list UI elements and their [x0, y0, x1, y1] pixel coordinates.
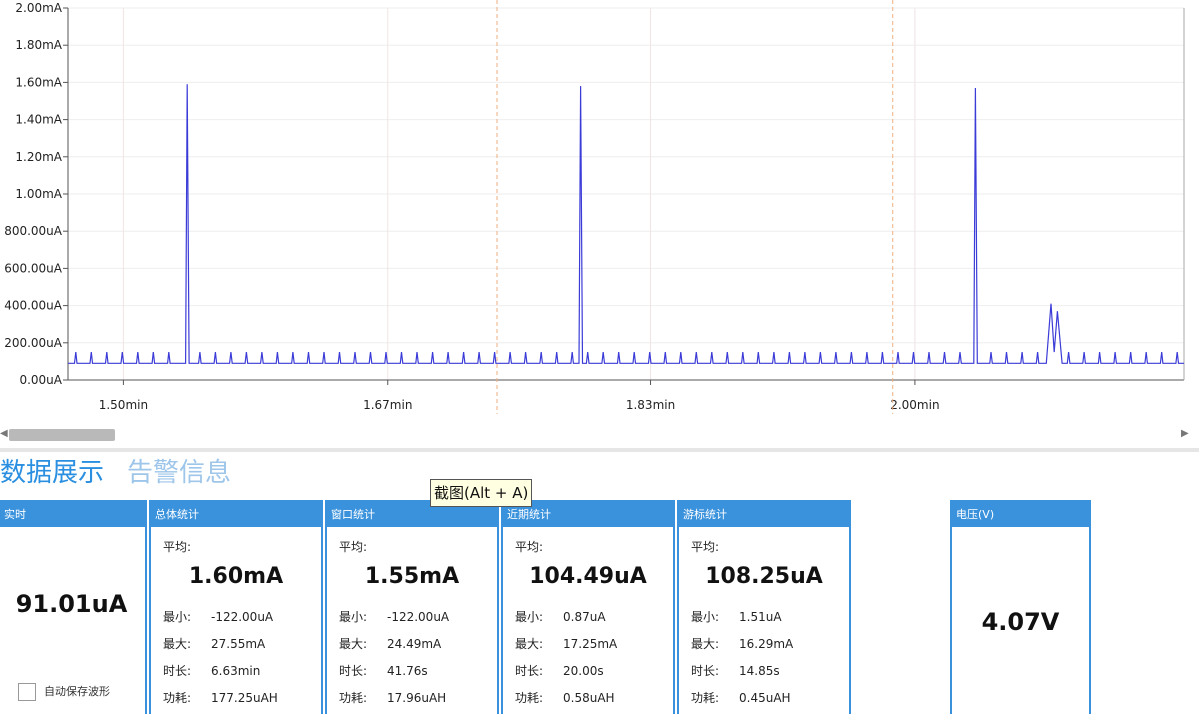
stat-label: 时长:: [515, 664, 544, 678]
stat-label: 功耗:: [339, 691, 368, 705]
y-tick-label: 1.60mA: [15, 75, 62, 89]
stat-value: 0.58uAH: [563, 691, 615, 705]
cursor-stats-panel: 游标统计 平均: 108.25uA 最小: 1.51uA 最大: 16.29mA 时…: [677, 500, 851, 714]
stat-duration: 时长: 6.63min: [163, 662, 260, 679]
stat-energy: 功耗: 0.45uAH: [691, 689, 791, 706]
y-tick-label: 2.00mA: [15, 1, 62, 15]
avg-value: 104.49uA: [529, 564, 647, 589]
x-tick-label: 1.50min: [99, 398, 148, 412]
stat-duration: 时长: 20.00s: [515, 662, 604, 679]
stat-value: -122.00uA: [387, 610, 450, 624]
y-tick-label: 800.00uA: [4, 224, 63, 238]
screenshot-tooltip: 截图(Alt + A): [430, 479, 533, 507]
stat-label: 最大:: [339, 637, 368, 651]
y-tick-label: 1.00mA: [15, 187, 62, 201]
waveform-chart[interactable]: 0.00uA 200.00uA 400.00uA 600.00uA 800.00uA 1.…: [0, 0, 1199, 420]
tab-data-display[interactable]: 数据展示: [0, 455, 104, 491]
stat-min: 最小: 1.51uA: [691, 608, 782, 625]
realtime-panel: 实时 91.01uA 自动保存波形: [0, 500, 147, 714]
stat-label: 最大:: [515, 637, 544, 651]
x-tick-label: 2.00min: [890, 398, 939, 412]
panel-title: 游标统计: [679, 502, 849, 527]
auto-save-checkbox[interactable]: [18, 683, 36, 701]
current-series-line: [68, 84, 1184, 364]
stat-value: 177.25uAH: [211, 691, 278, 705]
horizontal-scrollbar[interactable]: ◀ ▶: [0, 426, 1199, 444]
avg-label: 平均:: [163, 540, 192, 554]
avg-label: 平均:: [515, 540, 544, 554]
stat-value: 14.85s: [739, 664, 780, 678]
window-stats-panel: 窗口统计 平均: 1.55mA 最小: -122.00uA 最大: 24.49mA …: [325, 500, 499, 714]
stat-value: 6.63min: [211, 664, 261, 678]
y-tick-label: 1.80mA: [15, 38, 62, 52]
stat-value: 24.49mA: [387, 637, 442, 651]
stat-energy: 功耗: 0.58uAH: [515, 689, 615, 706]
stat-value: 17.96uAH: [387, 691, 447, 705]
stat-label: 最大:: [163, 637, 192, 651]
stat-duration: 时长: 14.85s: [691, 662, 780, 679]
stat-label: 功耗:: [691, 691, 720, 705]
stat-label: 时长:: [163, 664, 192, 678]
stat-value: 0.87uA: [563, 610, 606, 624]
stat-value: 0.45uAH: [739, 691, 791, 705]
stat-min: 最小: 0.87uA: [515, 608, 606, 625]
panel-title: 总体统计: [151, 502, 321, 527]
stat-energy: 功耗: 17.96uAH: [339, 689, 446, 706]
stat-label: 最小:: [163, 610, 192, 624]
stat-label: 功耗:: [515, 691, 544, 705]
stat-label: 时长:: [691, 664, 720, 678]
stat-value: 17.25mA: [563, 637, 618, 651]
stat-max: 最大: 24.49mA: [339, 635, 441, 652]
y-tick-label: 400.00uA: [4, 299, 63, 313]
stat-max: 最大: 16.29mA: [691, 635, 793, 652]
x-tick-label: 1.83min: [626, 398, 675, 412]
tab-alert-info[interactable]: 告警信息: [127, 455, 231, 491]
section-divider: [0, 448, 1199, 452]
waveform-chart-svg[interactable]: 0.00uA 200.00uA 400.00uA 600.00uA 800.00uA 1.…: [0, 0, 1199, 420]
stat-max: 最大: 27.55mA: [163, 635, 265, 652]
stat-value: 41.76s: [387, 664, 428, 678]
scroll-left-arrow-icon[interactable]: ◀: [0, 428, 8, 439]
x-tick-label: 1.67min: [363, 398, 412, 412]
y-tick-label: 600.00uA: [4, 261, 63, 275]
stat-label: 最大:: [691, 637, 720, 651]
scrollbar-thumb[interactable]: [9, 429, 115, 441]
stat-value: 27.55mA: [211, 637, 266, 651]
stat-energy: 功耗: 177.25uAH: [163, 689, 278, 706]
y-tick-label: 200.00uA: [4, 336, 63, 350]
stat-label: 功耗:: [163, 691, 192, 705]
stat-value: 16.29mA: [739, 637, 794, 651]
voltage-value: 4.07V: [981, 608, 1060, 636]
stat-value: -122.00uA: [211, 610, 274, 624]
stat-value: 20.00s: [563, 664, 604, 678]
realtime-value: 91.01uA: [15, 590, 128, 618]
stat-label: 最小:: [691, 610, 720, 624]
scroll-right-arrow-icon[interactable]: ▶: [1181, 428, 1189, 439]
avg-label: 平均:: [339, 540, 368, 554]
panel-title: 实时: [0, 502, 145, 527]
stat-value: 1.51uA: [739, 610, 782, 624]
avg-value: 1.60mA: [188, 564, 284, 589]
stat-label: 时长:: [339, 664, 368, 678]
auto-save-checkbox-row[interactable]: 自动保存波形: [18, 683, 110, 701]
voltage-panel: 电压(V) 4.07V: [950, 500, 1091, 714]
avg-value: 108.25uA: [705, 564, 823, 589]
recent-stats-panel: 近期统计 平均: 104.49uA 最小: 0.87uA 最大: 17.25mA 时…: [501, 500, 675, 714]
stat-min: 最小: -122.00uA: [339, 608, 449, 625]
stat-duration: 时长: 41.76s: [339, 662, 428, 679]
panel-title: 电压(V): [952, 502, 1089, 527]
avg-label: 平均:: [691, 540, 720, 554]
y-tick-label: 1.40mA: [15, 113, 62, 127]
auto-save-label: 自动保存波形: [44, 685, 110, 698]
stat-min: 最小: -122.00uA: [163, 608, 273, 625]
stat-max: 最大: 17.25mA: [515, 635, 617, 652]
stat-label: 最小:: [339, 610, 368, 624]
stat-label: 最小:: [515, 610, 544, 624]
y-tick-label: 1.20mA: [15, 150, 62, 164]
overall-stats-panel: 总体统计 平均: 1.60mA 最小: -122.00uA 最大: 27.55mA …: [149, 500, 323, 714]
y-tick-label: 0.00uA: [19, 373, 62, 387]
avg-value: 1.55mA: [364, 564, 460, 589]
